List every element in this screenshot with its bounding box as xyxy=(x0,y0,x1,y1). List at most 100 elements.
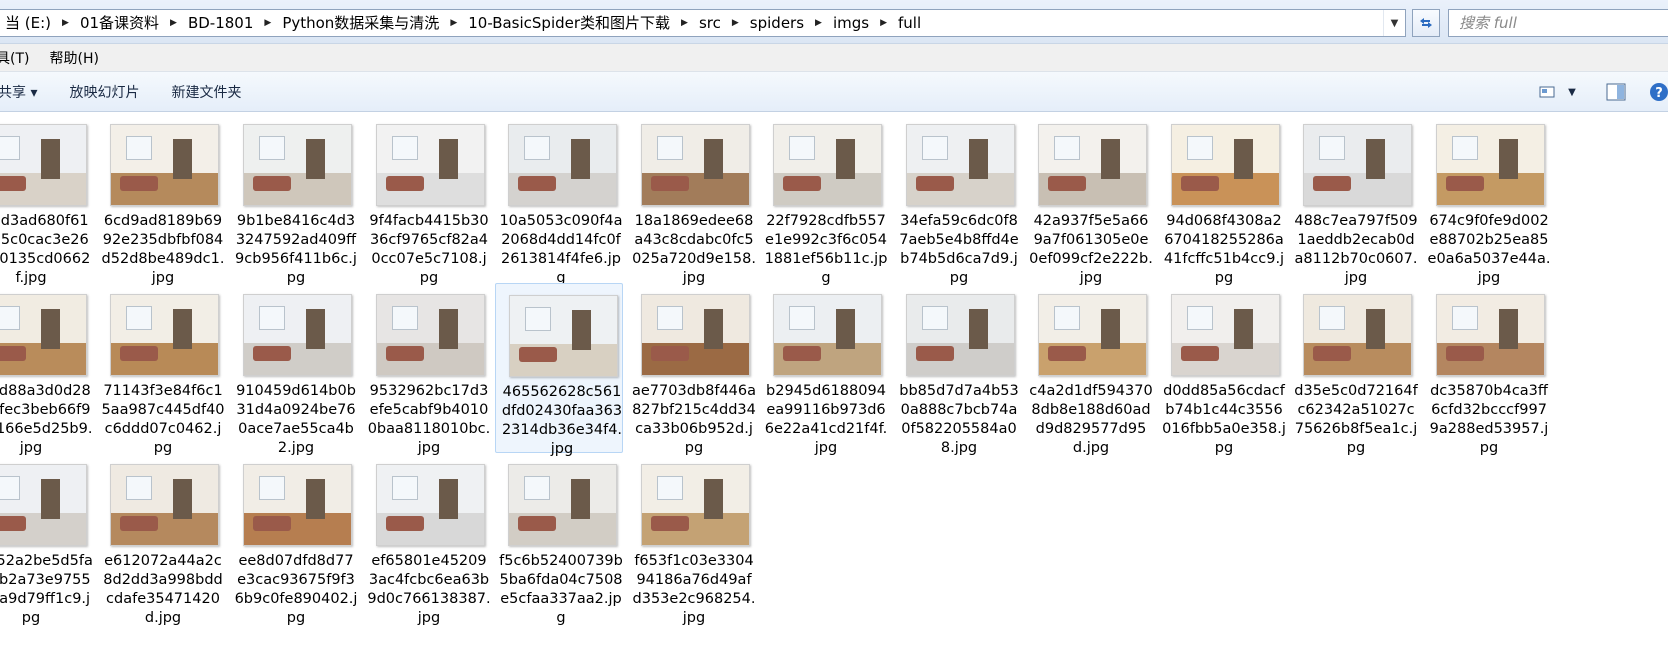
file-item[interactable]: c4a2d1df5943708db8e188d60add9d829577d95d… xyxy=(1025,283,1153,456)
file-name: 6cd9ad8189b6992e235dbfbf084d52d8be489dc1… xyxy=(101,213,225,286)
breadcrumb-item[interactable]: 当 (E:) xyxy=(0,10,57,36)
file-item[interactable]: 910459d614b0b31d4a0924be760ace7ae55ca4b2… xyxy=(230,283,358,456)
file-item[interactable]: 0e7d3ad680f61d205c0cac3e262420135cd0662f… xyxy=(0,113,93,286)
file-item[interactable]: ef65801e452093ac4fcbc6ea63b9d0c766138387… xyxy=(363,453,491,626)
refresh-icon[interactable] xyxy=(1412,9,1440,37)
file-item[interactable]: d0dd85a56cdacfb74b1c44c3556016fbb5a0e358… xyxy=(1158,283,1286,456)
file-item[interactable]: 9f4facb4415b3036cf9765cf82a40cc07e5c7108… xyxy=(363,113,491,286)
breadcrumb-separator-icon[interactable]: ▶ xyxy=(259,18,276,28)
preview-pane-icon[interactable] xyxy=(1605,80,1627,104)
file-name: 9532962bc17d3efe5cabf9b40100baa8118010bc… xyxy=(367,383,491,456)
breadcrumb-separator-icon[interactable]: ▶ xyxy=(676,18,693,28)
help-icon[interactable]: ? xyxy=(1648,80,1668,104)
file-name: 18a1869edee68a43c8cdabc0fc5025a720d9e158… xyxy=(632,213,756,286)
file-item[interactable]: bb85d7d7a4b530a888c7bcb74a0f582205584a08… xyxy=(893,283,1021,456)
breadcrumb-item[interactable]: 01备课资料 xyxy=(74,10,165,36)
file-name: 34efa59c6dc0f87aeb5e4b8ffd4eb74b5d6ca7d9… xyxy=(899,213,1019,286)
view-options-dropdown-icon[interactable]: ▼ xyxy=(1566,80,1578,104)
file-thumbnail xyxy=(0,294,87,376)
share-button[interactable]: 共享 ▾ xyxy=(0,82,53,102)
file-item[interactable]: f653f1c03e330494186a76d49afd353e2c968254… xyxy=(628,453,756,626)
breadcrumb-item[interactable]: BD-1801 xyxy=(182,10,259,36)
file-name: c4a2d1df5943708db8e188d60add9d829577d95d… xyxy=(1029,383,1153,456)
address-bar-area: 当 (E:) ▶ 01备课资料 ▶ BD-1801 ▶ Python数据采集与清洗 ▶ 10-B… xyxy=(0,0,1668,44)
file-item[interactable]: 674c9f0fe9d002e88702b25ea85e0a6a5037e44a… xyxy=(1423,113,1551,286)
breadcrumb-item[interactable]: src xyxy=(693,10,727,36)
file-item[interactable]: d35e5c0d72164fc62342a51027c75626b8f5ea1c… xyxy=(1290,283,1418,456)
file-item[interactable]: 9b1be8416c4d33247592ad409ff9cb956f411b6c… xyxy=(230,113,358,286)
breadcrumb-item[interactable]: spiders xyxy=(744,10,810,36)
breadcrumb-separator-icon[interactable]: ▶ xyxy=(810,18,827,28)
file-item[interactable]: 34efa59c6dc0f87aeb5e4b8ffd4eb74b5d6ca7d9… xyxy=(893,113,1021,286)
file-thumbnail xyxy=(1436,294,1545,376)
file-item[interactable]: b2945d6188094ea99116b973d66e22a41cd21f4f… xyxy=(760,283,888,456)
file-thumbnail xyxy=(376,464,485,546)
breadcrumb[interactable]: 当 (E:) ▶ 01备课资料 ▶ BD-1801 ▶ Python数据采集与清洗 ▶ 10-B… xyxy=(0,9,1406,37)
breadcrumb-separator-icon[interactable]: ▶ xyxy=(727,18,744,28)
file-item[interactable]: 94d068f4308a2670418255286a41fcffc51b4cc9… xyxy=(1158,113,1286,286)
address-dropdown-icon[interactable]: ▼ xyxy=(1383,10,1405,36)
file-item[interactable]: f5c6b52400739b5ba6fda04c7508e5cfaa337aa2… xyxy=(495,453,623,626)
file-item[interactable]: ae7703db8f446a827bf215c4dd34ca33b06b952d… xyxy=(628,283,756,456)
file-name: 22f7928cdfb557e1e992c3f6c0541881ef56b11c… xyxy=(764,213,888,286)
file-name: e612072a44a2c8d2dd3a998bddcdafe35471420d… xyxy=(103,553,223,626)
file-thumbnail xyxy=(243,294,352,376)
file-thumbnail xyxy=(508,464,617,546)
command-bar: 共享 ▾ 放映幻灯片 新建文件夹 ▼ ? xyxy=(0,72,1668,112)
file-item[interactable]: 22f7928cdfb557e1e992c3f6c0541881ef56b11c… xyxy=(760,113,888,286)
search-input[interactable]: 搜索 full xyxy=(1448,9,1668,37)
file-thumbnail xyxy=(641,464,750,546)
file-item[interactable]: 9532962bc17d3efe5cabf9b40100baa8118010bc… xyxy=(363,283,491,456)
breadcrumb-separator-icon[interactable]: ▶ xyxy=(57,18,74,28)
menu-help[interactable]: 帮助(H) xyxy=(39,48,108,68)
file-name: 71143f3e84f6c15aa987c445df40c6ddd07c0462… xyxy=(101,383,225,456)
file-name: f653f1c03e330494186a76d49afd353e2c968254… xyxy=(632,553,756,626)
menu-tools[interactable]: 具(T) xyxy=(0,48,39,68)
file-thumbnail xyxy=(1038,294,1147,376)
breadcrumb-separator-icon[interactable]: ▶ xyxy=(875,18,892,28)
breadcrumb-separator-icon[interactable]: ▶ xyxy=(165,18,182,28)
new-folder-button[interactable]: 新建文件夹 xyxy=(155,82,257,102)
svg-text:?: ? xyxy=(1655,86,1663,101)
file-item[interactable]: e1252a2be5d5fa0d0b2a73e97559a8a9d79ff1c9… xyxy=(0,453,93,626)
file-thumbnail xyxy=(1303,124,1412,206)
breadcrumb-item[interactable]: 10-BasicSpider类和图片下载 xyxy=(462,10,676,36)
file-item[interactable]: e612072a44a2c8d2dd3a998bddcdafe35471420d… xyxy=(97,453,225,626)
file-name: 488c7ea797f5091aeddb2ecab0da8112b70c0607… xyxy=(1294,213,1418,286)
change-view-icon[interactable] xyxy=(1538,80,1556,104)
file-item[interactable]: dc35870b4ca3ff6cfd32bcccf9979a288ed53957… xyxy=(1423,283,1551,456)
file-thumbnail xyxy=(773,294,882,376)
file-thumbnail xyxy=(509,295,618,377)
file-name: d35e5c0d72164fc62342a51027c75626b8f5ea1c… xyxy=(1294,383,1418,456)
file-item[interactable]: 18a1869edee68a43c8cdabc0fc5025a720d9e158… xyxy=(628,113,756,286)
file-name: 0e7d3ad680f61d205c0cac3e262420135cd0662f… xyxy=(0,213,91,286)
file-thumbnail xyxy=(0,124,87,206)
breadcrumb-item[interactable]: full xyxy=(892,10,927,36)
file-item[interactable]: 71143f3e84f6c15aa987c445df40c6ddd07c0462… xyxy=(97,283,225,456)
file-name: e1252a2be5d5fa0d0b2a73e97559a8a9d79ff1c9… xyxy=(0,553,93,626)
file-thumbnail xyxy=(0,464,87,546)
file-item[interactable]: 909d88a3d0d284b3fec3beb66f929c166e5d25b9… xyxy=(0,283,93,456)
breadcrumb-item[interactable]: Python数据采集与清洗 xyxy=(276,10,445,36)
file-thumbnail xyxy=(1171,124,1280,206)
breadcrumb-item[interactable]: imgs xyxy=(827,10,875,36)
file-item[interactable]: 488c7ea797f5091aeddb2ecab0da8112b70c0607… xyxy=(1290,113,1418,286)
file-thumbnail xyxy=(906,294,1015,376)
file-name: ee8d07dfd8d77e3cac93675f9f36b9c0fe890402… xyxy=(234,553,358,626)
file-name: b2945d6188094ea99116b973d66e22a41cd21f4f… xyxy=(764,383,888,456)
file-item[interactable]: 6cd9ad8189b6992e235dbfbf084d52d8be489dc1… xyxy=(97,113,225,286)
file-name: d0dd85a56cdacfb74b1c44c3556016fbb5a0e358… xyxy=(1162,383,1286,456)
file-thumbnail xyxy=(376,124,485,206)
breadcrumb-separator-icon[interactable]: ▶ xyxy=(445,18,462,28)
file-name: 465562628c561dfd02430faa3632314db36e34f4… xyxy=(501,384,623,457)
file-thumbnail xyxy=(1303,294,1412,376)
file-item[interactable]: 42a937f5e5a669a7f061305e0e0ef099cf2e222b… xyxy=(1025,113,1153,286)
file-thumbnail xyxy=(906,124,1015,206)
file-name: 910459d614b0b31d4a0924be760ace7ae55ca4b2… xyxy=(236,383,356,456)
file-item[interactable]: ee8d07dfd8d77e3cac93675f9f36b9c0fe890402… xyxy=(230,453,358,626)
file-thumbnail xyxy=(243,124,352,206)
file-item[interactable]: 465562628c561dfd02430faa3632314db36e34f4… xyxy=(495,283,623,457)
slideshow-button[interactable]: 放映幻灯片 xyxy=(53,82,155,102)
file-item[interactable]: 10a5053c090f4a2068d4dd14fc0f2613814f4fe6… xyxy=(495,113,623,286)
file-name: 10a5053c090f4a2068d4dd14fc0f2613814f4fe6… xyxy=(499,213,623,286)
